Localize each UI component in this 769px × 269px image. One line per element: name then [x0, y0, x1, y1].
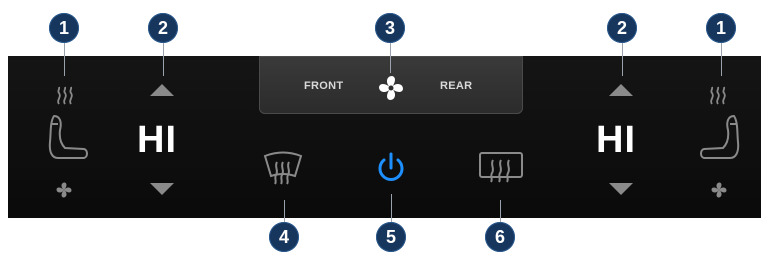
- front-mode-button[interactable]: FRONT: [304, 80, 343, 92]
- rear-mode-button[interactable]: REAR: [440, 80, 472, 92]
- callout-badge: 2: [148, 13, 178, 43]
- callout-badge: 2: [607, 13, 637, 43]
- callout-badge: 6: [485, 222, 515, 252]
- callout-badge: 5: [376, 222, 406, 252]
- rear-defrost-icon[interactable]: [478, 150, 524, 184]
- callout-leader: [391, 194, 392, 224]
- power-icon[interactable]: [375, 151, 407, 185]
- callout-leader: [500, 200, 501, 224]
- seat-fan-icon[interactable]: [709, 180, 729, 200]
- callout-badge: 1: [706, 13, 736, 43]
- callout-leader: [284, 200, 285, 224]
- right-level-value: HI: [596, 119, 636, 161]
- seat-icon[interactable]: [698, 112, 744, 162]
- callout-badge: 4: [269, 222, 299, 252]
- callout-badge: 3: [375, 13, 405, 43]
- callout-leader: [721, 43, 722, 76]
- right-level-down-arrow[interactable]: [609, 183, 633, 195]
- fan-icon[interactable]: [375, 72, 407, 104]
- front-defrost-icon[interactable]: [262, 150, 304, 186]
- left-level-down-arrow[interactable]: [150, 183, 174, 195]
- right-level-up-arrow[interactable]: [609, 84, 633, 96]
- callout-leader: [622, 43, 623, 76]
- seat-icon[interactable]: [44, 112, 90, 162]
- seat-heat-icon[interactable]: [708, 86, 728, 106]
- callout-leader: [64, 43, 65, 76]
- seat-fan-icon[interactable]: [54, 180, 74, 200]
- seat-heat-icon[interactable]: [55, 86, 75, 106]
- left-level-value: HI: [137, 119, 177, 161]
- callout-badge: 1: [49, 13, 79, 43]
- callout-leader: [163, 43, 164, 76]
- callout-leader: [390, 43, 391, 73]
- left-level-up-arrow[interactable]: [150, 84, 174, 96]
